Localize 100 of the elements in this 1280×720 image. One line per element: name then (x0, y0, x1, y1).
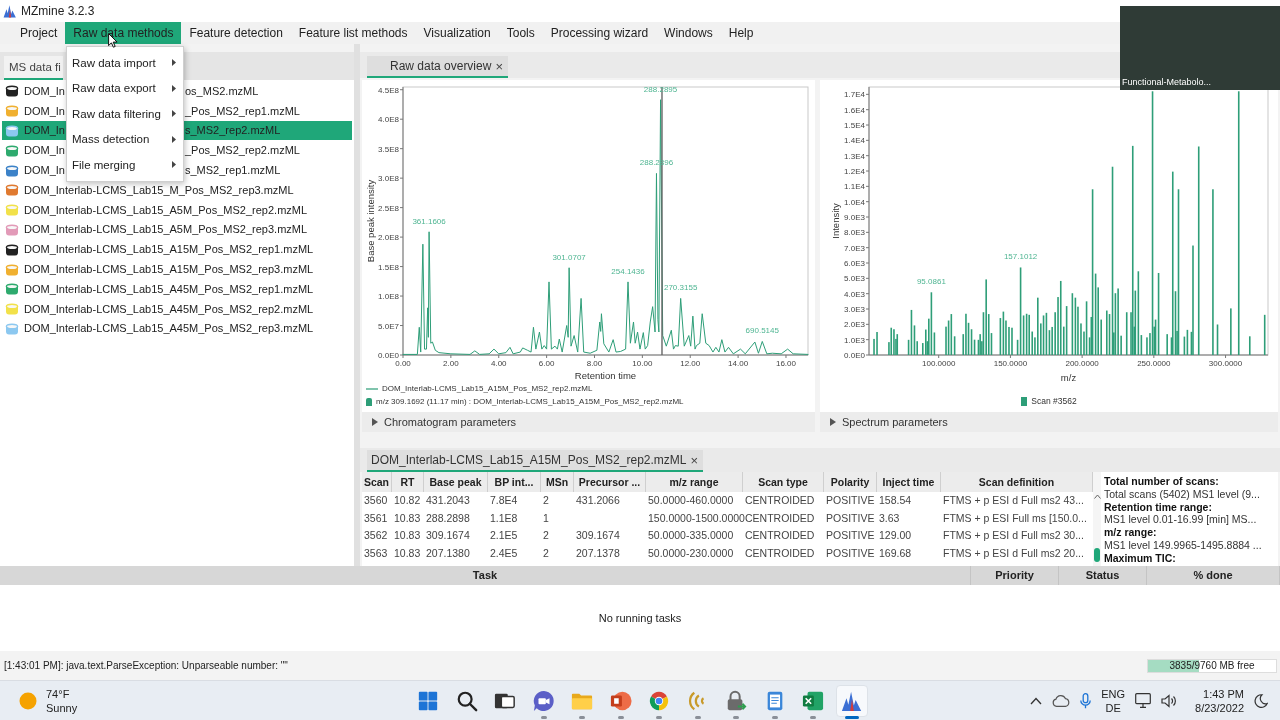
table-cell-text: 3563 (363, 545, 389, 561)
file-name: s_MS2_rep2.mzML (184, 120, 352, 141)
table-cell-text: 10.83 (393, 545, 422, 561)
table-cell-text: 3561 (363, 510, 389, 526)
table-cell-text: 169.68 (878, 545, 913, 561)
axis-title: m/z (1060, 372, 1077, 383)
table-cell-text: FTMS + p ESI d Full ms2 43... (942, 493, 1085, 508)
peak-label: 301.0707 (552, 252, 586, 262)
peak-label: 95.0861 (916, 277, 946, 287)
axis-tick-label: 2.5E8 (378, 203, 399, 213)
table-cell-text: CENTROIDED (744, 493, 816, 508)
axis-tick-label: 7.0E3 (844, 243, 865, 253)
table-cell-text: 2 (542, 493, 550, 508)
table-cell-text: 1 (542, 510, 550, 526)
axis-tick-label: 2.0E8 (378, 233, 399, 243)
table-cell-text: 50.0000-460.0000 (647, 493, 735, 508)
table-cell-text: CENTROIDED (744, 528, 816, 543)
table-cell-text: POSITIVE (825, 493, 876, 508)
table-cell-text: 207.1378 (575, 545, 621, 561)
table-cell-text: 288.2898 (425, 510, 471, 526)
table-cell-text: 2.1E5 (489, 528, 519, 543)
legend-label: DOM_Interlab-LCMS_Lab15_A15M_Pos_MS2_rep2.mzML (382, 384, 593, 393)
axis-tick-label: 1.7E4 (844, 90, 865, 100)
table-cell-text: POSITIVE (825, 510, 876, 526)
table-cell-text: 10.82 (393, 493, 422, 508)
axis-title: Base peak intensity (365, 179, 376, 263)
axis-tick-label: 8.00 (586, 359, 603, 368)
table-cell-text: 10.83 (393, 528, 422, 543)
table-cell-text: 50.0000-230.0000 (647, 545, 735, 561)
table-cell-text: 2 (542, 528, 550, 543)
table-cell-text: 207.1380 (425, 545, 471, 561)
axis-tick-label: 1.2E4 (844, 167, 865, 176)
axis-tick-label: 1.0E8 (378, 292, 399, 302)
axis-tick-label: 8.0E3 (844, 228, 865, 238)
file-name: _Pos_MS2_rep1.mzML (184, 103, 301, 119)
window-title: MZmine 3.2.3 (21, 4, 95, 18)
axis-tick-label: 300.0000 (1208, 359, 1243, 368)
table-cell-text: CENTROIDED (744, 545, 816, 561)
info-heading: Total number of scans: (1104, 475, 1220, 488)
info-text: Total scans (5402) MS1 level (9... (1104, 487, 1261, 501)
file-name: _Pos_MS2_rep2.mzML (184, 143, 301, 159)
table-cell-text: 3560 (363, 493, 389, 508)
axis-tick-label: 1.3E4 (844, 151, 865, 161)
axis-tick-label: 0.00 (395, 359, 411, 368)
table-cell-text: 3.63 (878, 510, 901, 526)
table-cell-text: 431.2043 (425, 493, 471, 508)
axis-tick-label: 2.0E3 (844, 320, 865, 330)
axis-tick-label: 1.4E4 (844, 136, 865, 146)
axis-tick-label: 16.00 (775, 359, 796, 368)
table-cell-text: FTMS + p ESI d Full ms2 30... (942, 528, 1085, 543)
table-cell-text: 1.1E8 (489, 510, 519, 526)
axis-title: Intensity (830, 203, 841, 239)
table-cell-text: 158.54 (878, 493, 913, 508)
info-text: MS1 level 0.01-16.99 [min] MS... (1104, 513, 1258, 527)
axis-tick-label: 4.0E3 (844, 289, 865, 299)
axis-tick-label: 1.5E4 (844, 121, 865, 130)
axis-tick-label: 4.00 (490, 359, 507, 368)
table-cell-text: 7.8E4 (489, 493, 519, 508)
axis-tick-label: 0.0E0 (378, 351, 399, 360)
axis-title: Retention time (574, 370, 637, 381)
axis-tick-label: 5.0E7 (378, 321, 399, 331)
axis-tick-label: 6.0E3 (844, 259, 865, 268)
axis-tick-label: 1.0E4 (844, 197, 865, 207)
axis-tick-label: 4.5E8 (378, 85, 399, 95)
peak-label: 690.5145 (745, 326, 779, 336)
table-cell-text: 129.00 (878, 528, 913, 543)
info-heading: m/z range: (1104, 526, 1158, 539)
axis-tick-label: 9.0E3 (844, 213, 865, 222)
peak-label: 270.3155 (663, 283, 698, 293)
table-cell-text: 309.1674 (425, 528, 471, 543)
table-cell-text: 50.0000-335.0000 (647, 528, 735, 543)
table-cell-text: 431.2066 (575, 493, 621, 508)
info-heading: Retention time range: (1104, 500, 1213, 514)
axis-tick-label: 1.6E4 (844, 105, 865, 115)
file-name: os_MS2.mzML (184, 83, 260, 99)
axis-tick-label: 250.0000 (1137, 359, 1171, 368)
axis-tick-label: 1.1E4 (844, 182, 865, 192)
memory-label: 3835/9760 MB free (1168, 659, 1256, 672)
table-cell-text: 3562 (363, 528, 389, 543)
axis-tick-label: 10.00 (632, 359, 653, 368)
peak-label: 157.1012 (1003, 252, 1038, 262)
axis-tick-label: 3.0E8 (378, 174, 399, 184)
table-cell-text: POSITIVE (825, 545, 876, 561)
peak-label: 361.1606 (412, 216, 446, 226)
table-cell-text: 2.4E5 (489, 545, 519, 561)
axis-tick-label: 12.00 (680, 359, 701, 368)
info-heading: Maximum TIC: (1104, 551, 1177, 565)
table-cell-text: FTMS + p ESI d Full ms2 20... (942, 545, 1085, 561)
legend-label: m/z 309.1692 (11.17 min) : DOM_Interlab-LCMS_Lab15_A15M_Pos_MS2_rep2.mzML (376, 397, 684, 406)
table-cell-text: 309.1674 (575, 528, 621, 543)
axis-tick-label: 1.5E8 (378, 262, 399, 272)
axis-tick-label: 14.00 (728, 359, 749, 368)
axis-tick-label: 0.0E0 (844, 351, 865, 360)
axis-tick-label: 150.0000 (993, 359, 1028, 368)
file-name: s_MS2_rep1.mzML (184, 163, 282, 179)
empty-message: No running tasks (598, 612, 682, 624)
table-cell-text: FTMS + p ESI Full ms [150.0... (942, 510, 1088, 526)
status-message: [1:43:01 PM]: java.text.ParseException: Unparseable number: "" (4, 660, 288, 671)
axis-tick-label: 5.0E3 (844, 274, 865, 284)
table-cell-text: POSITIVE (825, 528, 876, 543)
